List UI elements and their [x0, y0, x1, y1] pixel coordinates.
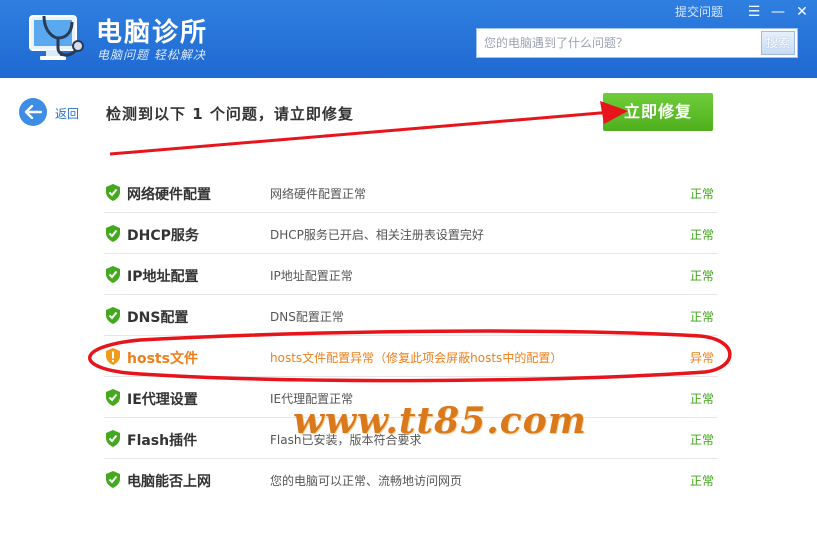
window-controls: 提交问题 ☰ — ✕ [675, 3, 809, 20]
search-button[interactable]: 搜索 [761, 31, 795, 55]
item-status: 正常 [689, 392, 714, 406]
stethoscope-monitor-icon [29, 15, 84, 60]
list-item: 网络硬件配置 网络硬件配置正常 正常 [104, 172, 718, 213]
list-item: IE代理设置 IE代理配置正常 正常 [104, 377, 718, 418]
item-status: 正常 [689, 474, 714, 488]
item-status: 正常 [689, 187, 714, 201]
list-item-warning: hosts文件 hosts文件配置异常（修复此项会屏蔽hosts中的配置） 异常 [104, 336, 718, 377]
result-heading: 检测到以下 1 个问题，请立即修复 [106, 105, 354, 123]
back-button[interactable] [19, 98, 47, 126]
item-status: 正常 [689, 228, 714, 242]
diagnosis-list: 网络硬件配置 网络硬件配置正常 正常 DHCP服务 DHCP服务已开启、相关注册… [104, 172, 718, 500]
fix-now-button[interactable]: 立即修复 [603, 93, 713, 131]
item-status: 正常 [689, 433, 714, 447]
shield-check-icon [106, 266, 120, 283]
item-name: DNS配置 [127, 310, 189, 326]
search-box: 搜索 [476, 28, 798, 58]
item-status: 正常 [689, 269, 714, 283]
item-desc: DNS配置正常 [270, 310, 344, 324]
item-name: IE代理设置 [127, 392, 198, 408]
menu-icon[interactable]: ☰ [747, 4, 761, 20]
app-title: 电脑诊所 [96, 18, 209, 48]
item-desc: hosts文件配置异常（修复此项会屏蔽hosts中的配置） [270, 351, 563, 365]
search-input[interactable] [477, 29, 761, 57]
list-item: IP地址配置 IP地址配置正常 正常 [104, 254, 718, 295]
item-status: 正常 [689, 310, 714, 324]
shield-check-icon [106, 184, 120, 201]
list-item: 电脑能否上网 您的电脑可以正常、流畅地访问网页 正常 [104, 459, 718, 500]
shield-check-icon [106, 430, 120, 447]
shield-check-icon [106, 225, 120, 242]
back-label[interactable]: 返回 [55, 105, 79, 122]
item-desc: Flash已安装，版本符合要求 [270, 433, 422, 447]
item-desc: IP地址配置正常 [270, 269, 353, 283]
shield-check-icon [106, 307, 120, 324]
item-desc: DHCP服务已开启、相关注册表设置完好 [270, 228, 484, 242]
item-desc: 网络硬件配置正常 [270, 187, 367, 201]
minimize-icon[interactable]: — [771, 4, 785, 20]
item-desc: IE代理配置正常 [270, 392, 354, 406]
item-name: hosts文件 [127, 351, 198, 367]
item-name: 电脑能否上网 [127, 474, 211, 490]
feedback-link[interactable]: 提交问题 [675, 3, 723, 20]
close-icon[interactable]: ✕ [795, 4, 809, 20]
arrow-left-icon [24, 105, 42, 119]
item-name: Flash插件 [127, 433, 198, 449]
shield-check-icon [106, 389, 120, 406]
item-name: IP地址配置 [127, 269, 199, 285]
item-desc: 您的电脑可以正常、流畅地访问网页 [270, 474, 463, 488]
item-name: 网络硬件配置 [127, 187, 211, 203]
shield-check-icon [106, 471, 120, 488]
list-item: DNS配置 DNS配置正常 正常 [104, 295, 718, 336]
item-name: DHCP服务 [127, 228, 199, 244]
header-bar: 电脑诊所 电脑问题 轻松解决 提交问题 ☰ — ✕ 搜索 [0, 0, 817, 78]
app-subtitle: 电脑问题 轻松解决 [97, 48, 206, 62]
list-item: Flash插件 Flash已安装，版本符合要求 正常 [104, 418, 718, 459]
list-item: DHCP服务 DHCP服务已开启、相关注册表设置完好 正常 [104, 213, 718, 254]
item-status: 异常 [689, 351, 714, 365]
shield-warning-icon [106, 348, 120, 365]
